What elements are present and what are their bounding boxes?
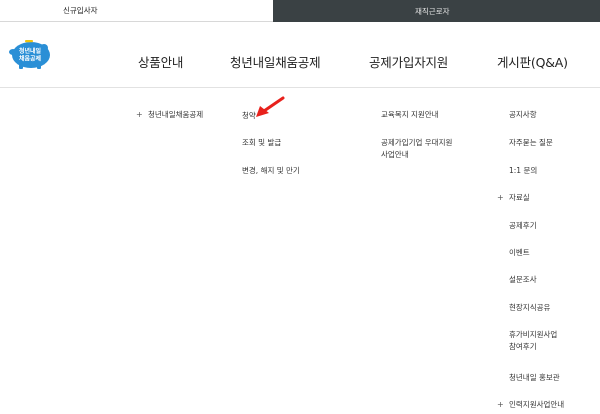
menu-one-on-one[interactable]: 1:1 문의 (509, 165, 537, 177)
piggy-bank-logo-icon[interactable]: 청년내일 채움공제 (7, 37, 53, 71)
nav-youth-savings[interactable]: 청년내일채움공제 (230, 52, 321, 71)
menu-vacation-support-reviews[interactable]: 휴가비지원사업 참여후기 (509, 329, 557, 353)
logo-line2: 채움공제 (19, 55, 42, 63)
menu-company-benefits-line2: 사업안내 (381, 150, 409, 159)
menu-knowledge-share[interactable]: 현장지식공유 (509, 302, 550, 314)
menu-workforce-support[interactable]: 인력지원사업안내 (509, 399, 564, 411)
main-header: 청년내일 채움공제 상품안내 청년내일채움공제 공제가입자지원 게시판(Q&A) (0, 22, 600, 88)
menu-company-benefits-line1: 공제가입기업 우대지원 (381, 138, 453, 147)
menu-reviews[interactable]: 공제후기 (509, 220, 537, 232)
expand-plus-icon[interactable]: + (497, 193, 504, 203)
tab-current-employee-label: 재직근로자 (415, 6, 450, 16)
logo-line1: 청년내일 (19, 47, 42, 55)
menu-vacation-support-line1: 휴가비지원사업 (509, 330, 558, 339)
menu-notices[interactable]: 공지사항 (509, 109, 537, 121)
expand-plus-icon[interactable]: + (497, 400, 504, 410)
menu-inquiry-issue[interactable]: 조회 및 발급 (242, 137, 281, 149)
menu-resources[interactable]: 자료실 (509, 192, 530, 204)
top-tab-bar: 신규입사자 재직근로자 (0, 0, 600, 22)
red-arrow-icon (256, 96, 285, 117)
tab-new-employee-label: 신규입사자 (63, 6, 98, 15)
menu-events[interactable]: 이벤트 (509, 247, 530, 259)
menu-faq[interactable]: 자주묻는 질문 (509, 137, 553, 149)
tab-current-employee[interactable]: 재직근로자 (273, 0, 600, 22)
menu-education-welfare[interactable]: 교육복지 지원안내 (381, 109, 439, 121)
expand-plus-icon[interactable]: + (136, 110, 143, 120)
nav-product-info[interactable]: 상품안내 (138, 52, 183, 71)
menu-promotion-hall[interactable]: 청년내일 홍보관 (509, 372, 560, 384)
menu-survey[interactable]: 설문조사 (509, 274, 537, 286)
menu-company-benefits[interactable]: 공제가입기업 우대지원 사업안내 (381, 137, 452, 161)
menu-vacation-support-line2: 참여후기 (509, 342, 537, 351)
nav-subscriber-support[interactable]: 공제가입자지원 (369, 52, 448, 71)
menu-change-cancel-maturity[interactable]: 변경, 해지 및 만기 (242, 165, 300, 177)
menu-youth-savings[interactable]: 청년내일채움공제 (148, 109, 203, 121)
tab-new-employee[interactable]: 신규입사자 (0, 0, 273, 22)
nav-board-qa[interactable]: 게시판(Q&A) (497, 52, 568, 71)
